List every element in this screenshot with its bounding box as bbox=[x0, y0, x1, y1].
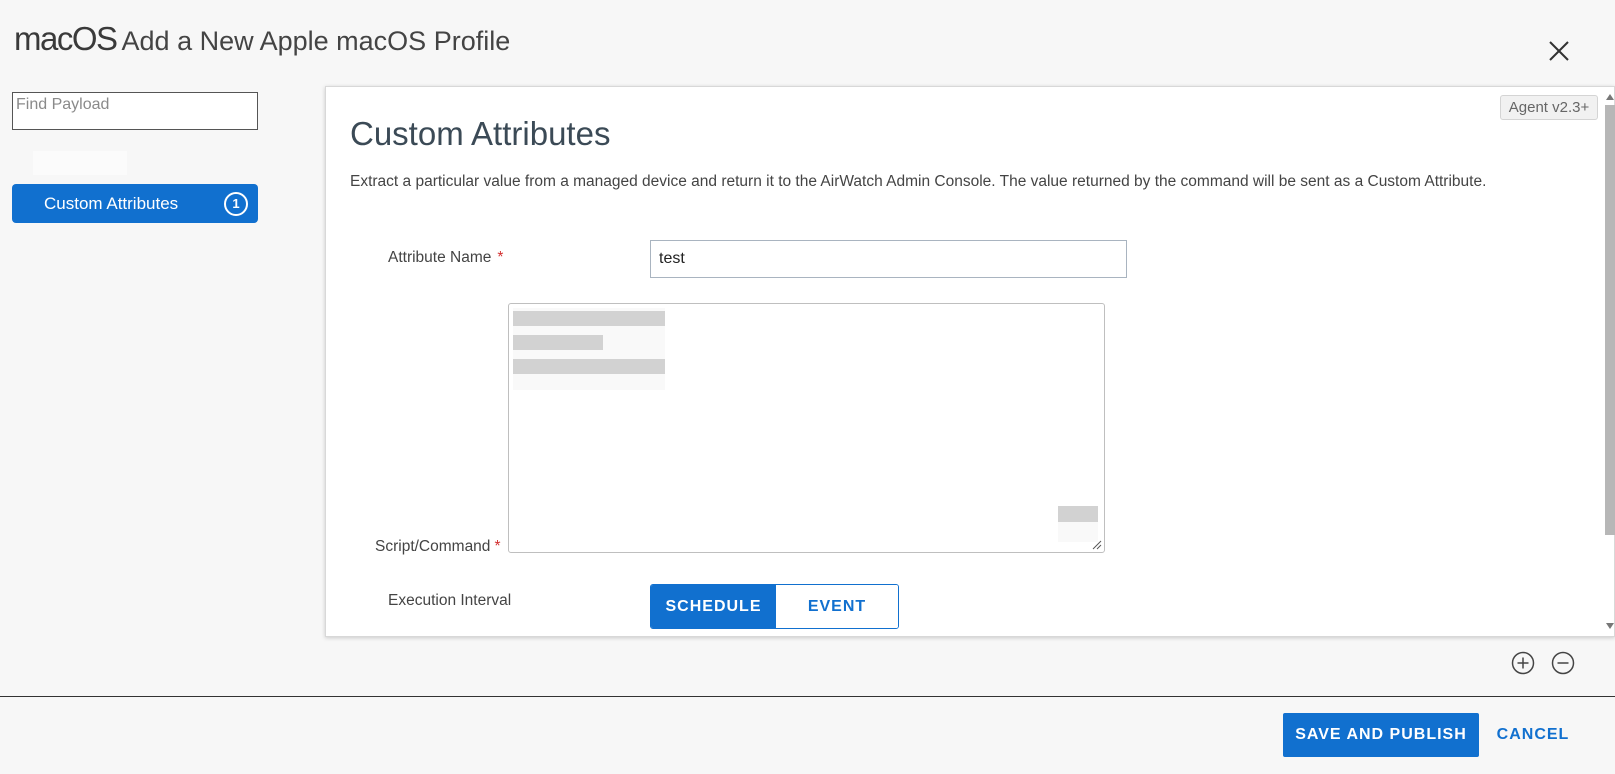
save-and-publish-button[interactable]: SAVE AND PUBLISH bbox=[1283, 713, 1479, 757]
redacted-script-line bbox=[513, 359, 665, 374]
footer-divider bbox=[0, 696, 1615, 697]
required-marker: * bbox=[494, 538, 501, 555]
execution-interval-toggle: SCHEDULE EVENT bbox=[650, 584, 899, 629]
plus-circle-icon bbox=[1511, 651, 1535, 675]
event-option[interactable]: EVENT bbox=[776, 585, 898, 628]
execution-interval-label: Execution Interval bbox=[388, 592, 512, 609]
scroll-up-icon[interactable] bbox=[1606, 94, 1614, 100]
redacted-script-line bbox=[513, 335, 603, 350]
script-command-label: Script/Command * bbox=[375, 538, 501, 555]
sidebar-item-custom-attributes[interactable]: Custom Attributes 1 bbox=[12, 184, 258, 223]
page-title: Add a New Apple macOS Profile bbox=[121, 26, 511, 56]
attribute-name-label: Attribute Name * bbox=[388, 249, 504, 266]
panel-title: Custom Attributes bbox=[350, 115, 611, 152]
script-command-textarea[interactable] bbox=[508, 303, 1105, 553]
panel-scrollbar[interactable] bbox=[1603, 91, 1615, 632]
cancel-button[interactable]: CANCEL bbox=[1488, 713, 1578, 757]
payload-count-badge: 1 bbox=[224, 192, 248, 216]
find-payload-input[interactable] bbox=[12, 92, 258, 130]
schedule-option[interactable]: SCHEDULE bbox=[651, 585, 776, 628]
remove-payload-button[interactable] bbox=[1551, 651, 1575, 675]
sidebar-item-label: Custom Attributes bbox=[44, 193, 179, 213]
required-marker: * bbox=[497, 249, 504, 266]
minus-circle-icon bbox=[1551, 651, 1575, 675]
panel-description: Extract a particular value from a manage… bbox=[350, 173, 1487, 190]
redacted-section-label bbox=[33, 151, 127, 175]
attribute-name-input[interactable] bbox=[650, 240, 1127, 278]
resize-grip-icon[interactable] bbox=[1090, 538, 1102, 550]
add-payload-button[interactable] bbox=[1511, 651, 1535, 675]
page-header: macOS Add a New Apple macOS Profile bbox=[14, 20, 510, 70]
scroll-down-icon[interactable] bbox=[1606, 623, 1614, 629]
redacted-corner-block bbox=[1058, 506, 1098, 522]
agent-version-tag: Agent v2.3+ bbox=[1500, 95, 1598, 120]
platform-logo: macOS bbox=[14, 20, 118, 57]
close-button[interactable] bbox=[1548, 40, 1576, 68]
close-icon bbox=[1549, 41, 1569, 61]
scroll-thumb[interactable] bbox=[1605, 105, 1615, 535]
redacted-script-line bbox=[513, 311, 665, 326]
